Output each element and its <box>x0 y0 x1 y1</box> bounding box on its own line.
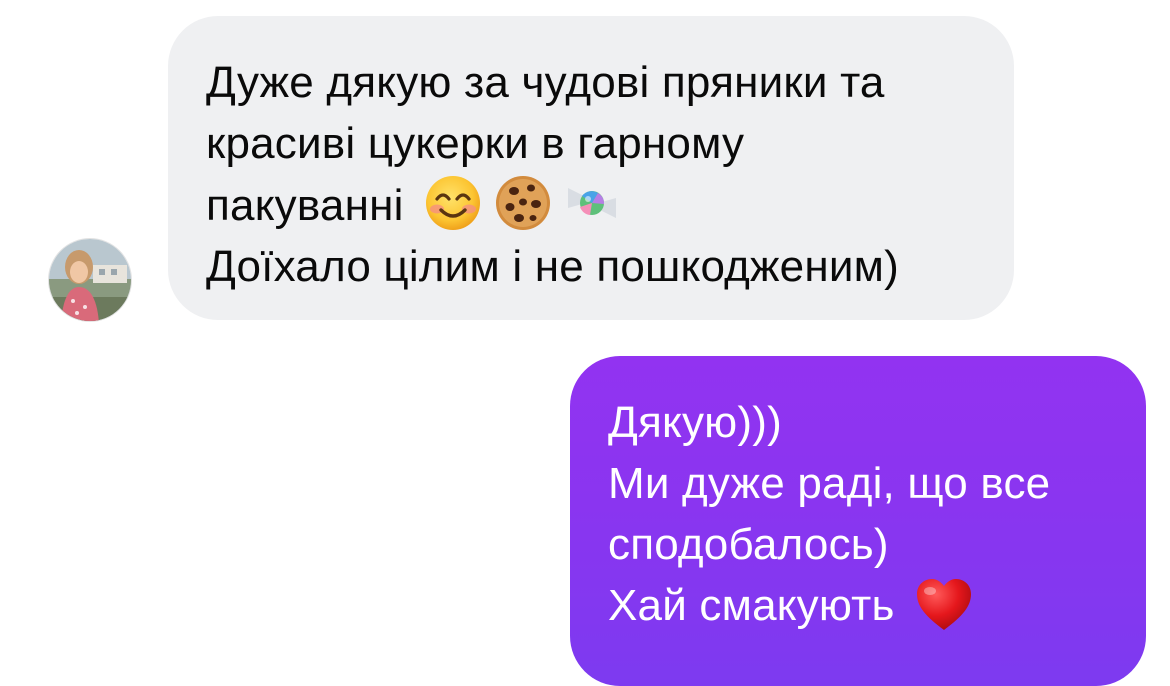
avatar-photo <box>49 239 131 321</box>
incoming-message-bubble[interactable]: Дуже дякую за чудові пряники та красиві … <box>168 16 1014 320</box>
message-text-fragment: пакуванні <box>206 181 404 230</box>
cookie-emoji <box>494 174 552 232</box>
message-text-line-with-emoji: Хай смакують <box>608 575 1116 636</box>
message-text-line: Дякую))) <box>608 398 782 447</box>
message-text-line: сподобалось) <box>608 520 889 569</box>
message-text-line-with-emojis: пакуванні <box>206 174 984 236</box>
contact-avatar[interactable] <box>48 238 132 322</box>
message-text-line: Дуже дякую за чудові пряники та <box>206 58 885 107</box>
outgoing-message-bubble[interactable]: Дякую))) Ми дуже раді, що все сподобалос… <box>570 356 1146 686</box>
message-text-line: красиві цукерки в гарному <box>206 119 745 168</box>
smiling-face-emoji <box>424 174 482 232</box>
red-heart-emoji <box>915 578 973 632</box>
message-text-fragment: Хай смакують <box>608 581 895 630</box>
message-text-line: Ми дуже раді, що все <box>608 459 1051 508</box>
candy-emoji <box>562 174 622 232</box>
message-text-line: Доїхало цілим і не пошкодженим) <box>206 242 899 291</box>
message-thread: Дуже дякую за чудові пряники та красиві … <box>0 0 1170 686</box>
